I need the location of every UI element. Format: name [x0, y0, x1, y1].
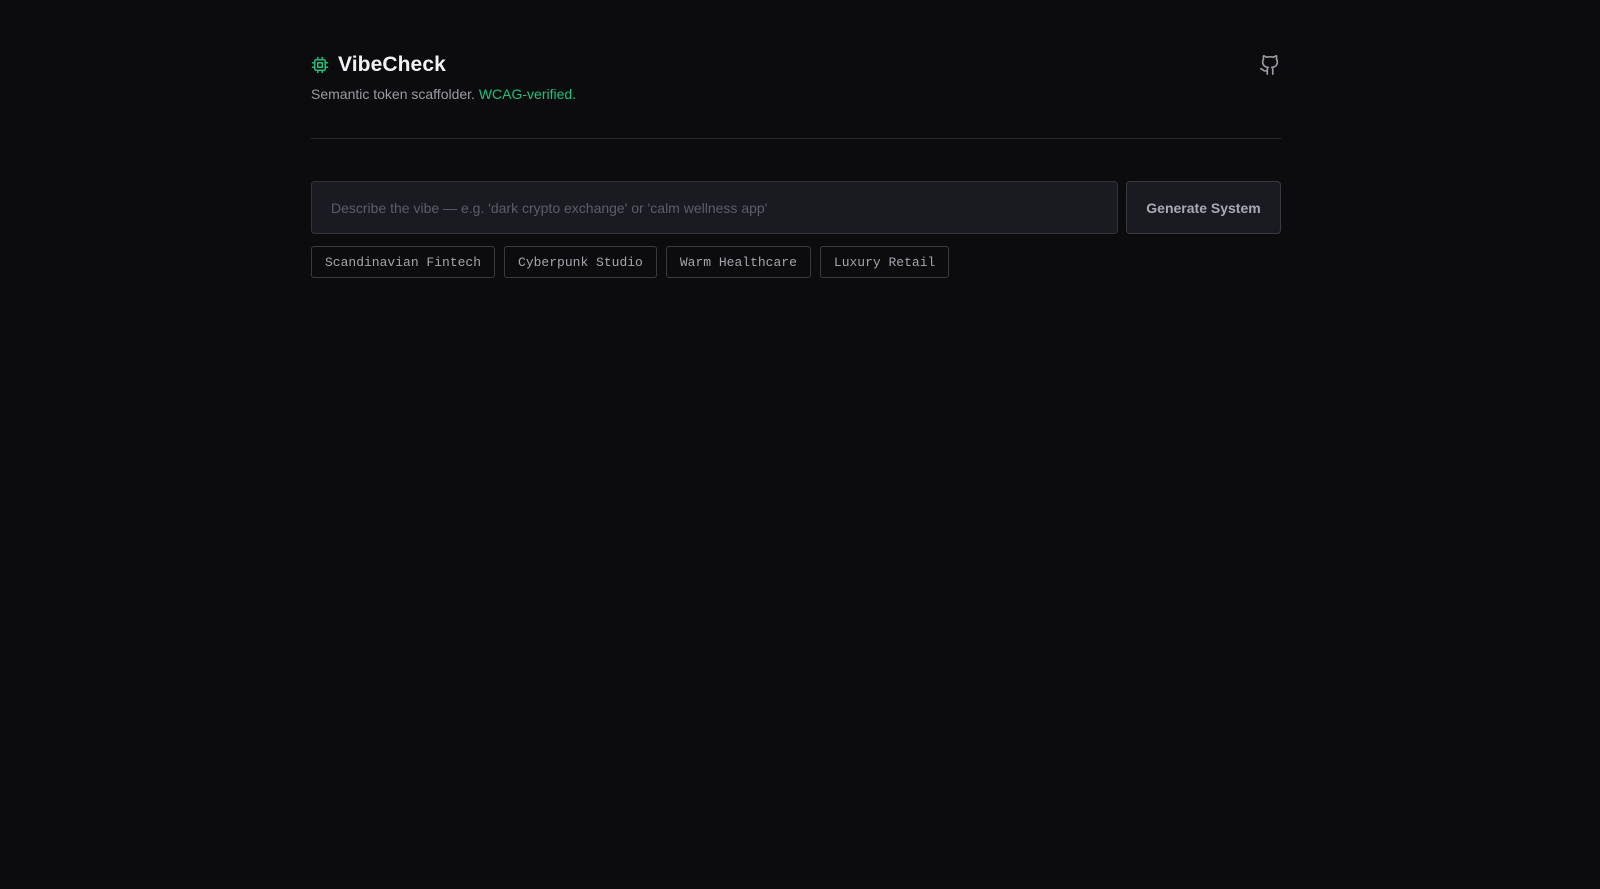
cpu-chip-icon [311, 56, 329, 74]
vibe-input[interactable] [311, 181, 1118, 234]
preset-chip-luxury-retail[interactable]: Luxury Retail [819, 246, 950, 278]
preset-chips: Scandinavian Fintech Cyberpunk Studio Wa… [311, 246, 958, 278]
tagline: Semantic token scaffolder. WCAG-verified… [311, 84, 576, 104]
app-header: VibeCheck Semantic token scaffolder. WCA… [311, 0, 1281, 139]
brand: VibeCheck [311, 51, 446, 79]
preset-chip-cyberpunk-studio[interactable]: Cyberpunk Studio [504, 246, 657, 278]
tagline-text: Semantic token scaffolder. [311, 86, 475, 102]
preset-chip-warm-healthcare[interactable]: Warm Healthcare [665, 246, 811, 278]
github-icon[interactable] [1259, 54, 1281, 76]
app-page: VibeCheck Semantic token scaffolder. WCA… [0, 0, 1600, 889]
app-title: VibeCheck [338, 53, 446, 76]
generate-system-button[interactable]: Generate System [1126, 181, 1281, 234]
prompt-row: Generate System [311, 181, 1281, 234]
main-container: VibeCheck Semantic token scaffolder. WCA… [311, 0, 1281, 278]
tagline-accent: WCAG-verified. [478, 86, 577, 102]
preset-chip-scandinavian-fintech[interactable]: Scandinavian Fintech [311, 246, 496, 278]
